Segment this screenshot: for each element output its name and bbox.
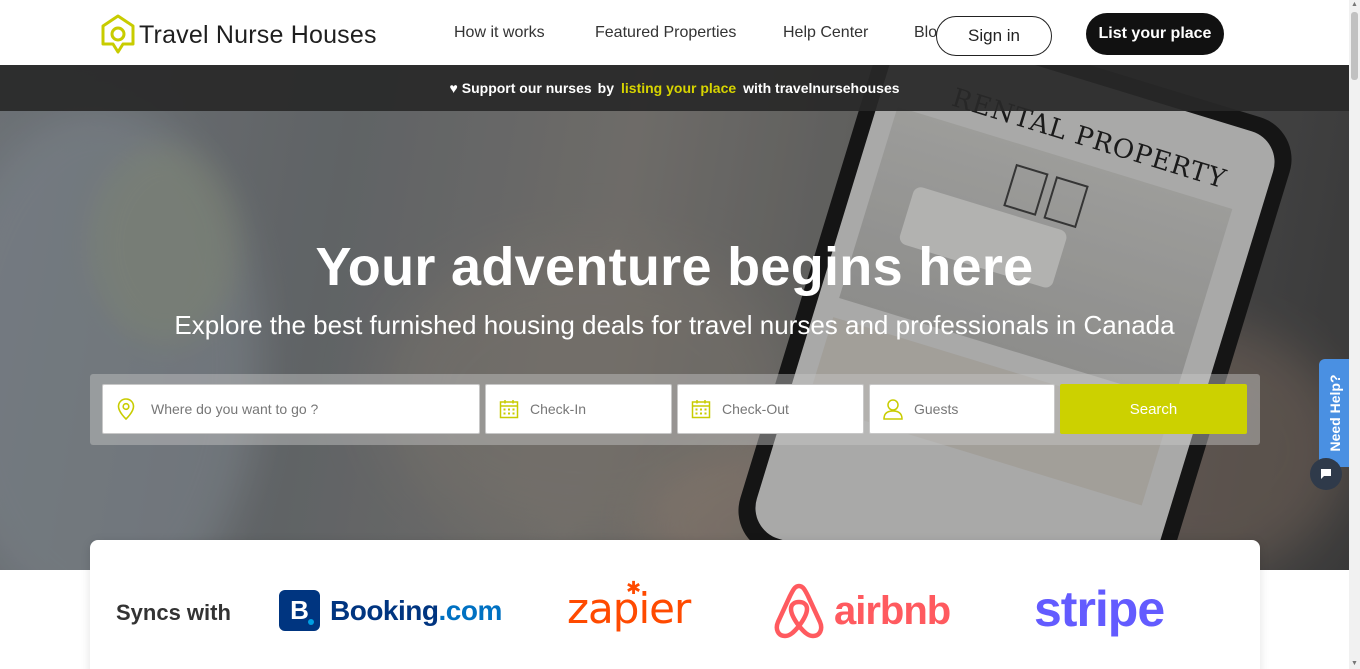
search-button[interactable]: Search — [1060, 384, 1247, 434]
chat-icon — [1321, 469, 1331, 479]
site-header: Travel Nurse Houses How it works Feature… — [0, 0, 1349, 65]
banner-text-2: by — [597, 80, 615, 96]
check-out-placeholder: Check-Out — [722, 401, 789, 417]
logo-house-icon — [101, 14, 135, 54]
sign-in-button[interactable]: Sign in — [936, 16, 1052, 56]
nav-help-center[interactable]: Help Center — [783, 24, 868, 42]
location-pin-icon — [115, 398, 137, 420]
booking-logo: B Booking.com — [279, 590, 502, 631]
banner-text-1: Support our nurses — [461, 80, 592, 96]
brand-logo[interactable]: Travel Nurse Houses — [101, 14, 377, 56]
check-out-field[interactable]: Check-Out — [677, 384, 864, 434]
chat-button[interactable] — [1310, 458, 1342, 490]
nav-how-it-works[interactable]: How it works — [454, 24, 545, 42]
stripe-logo: stripe — [1034, 581, 1165, 637]
hero-title: Your adventure begins here — [315, 237, 1034, 297]
page-scrollbar[interactable]: ▲ ▼ — [1349, 0, 1360, 669]
check-in-placeholder: Check-In — [530, 401, 587, 417]
check-in-field[interactable]: Check-In — [485, 384, 672, 434]
booking-mark: B — [279, 590, 320, 631]
scroll-thumb[interactable] — [1351, 12, 1358, 80]
banner-text-3: with travelnursehouses — [743, 80, 900, 96]
banner-list-link[interactable]: listing your place — [621, 80, 736, 96]
guests-field[interactable]: Guests — [869, 384, 1055, 434]
nav-featured-properties[interactable]: Featured Properties — [595, 24, 736, 42]
booking-dot — [308, 619, 314, 625]
syncs-label: Syncs with — [116, 600, 231, 625]
brand-name: Travel Nurse Houses — [139, 20, 377, 49]
booking-name: Booking — [330, 594, 439, 626]
list-your-place-button[interactable]: List your place — [1086, 13, 1224, 55]
calendar-icon — [690, 398, 712, 420]
calendar-icon — [498, 398, 520, 420]
scroll-up-icon[interactable]: ▲ — [1351, 1, 1358, 9]
zapier-logo: zapier — [567, 584, 691, 633]
booking-tld: .com — [438, 594, 503, 626]
guests-placeholder: Guests — [914, 401, 959, 417]
airbnb-wordmark: airbnb — [834, 588, 951, 633]
support-banner: ♥ Support our nurses by listing your pla… — [0, 65, 1349, 111]
scroll-down-icon[interactable]: ▼ — [1351, 660, 1358, 668]
hero-subtitle: Explore the best furnished housing deals… — [174, 310, 1175, 340]
destination-field[interactable]: Where do you want to go ? — [102, 384, 480, 434]
user-icon — [882, 398, 904, 420]
airbnb-icon — [774, 583, 824, 639]
heart-icon: ♥ — [449, 80, 458, 96]
syncs-card: Syncs with B Booking.com ✱ zapier airbnb… — [90, 540, 1260, 669]
booking-wordmark: Booking.com — [330, 595, 502, 627]
search-bar: Where do you want to go ? Check-In Check… — [90, 374, 1260, 445]
booking-mark-letter: B — [290, 595, 309, 625]
need-help-label: Need Help? — [1327, 374, 1343, 452]
destination-placeholder: Where do you want to go ? — [151, 401, 319, 417]
need-help-tab[interactable]: Need Help? — [1319, 359, 1351, 467]
airbnb-logo: airbnb — [772, 582, 951, 640]
